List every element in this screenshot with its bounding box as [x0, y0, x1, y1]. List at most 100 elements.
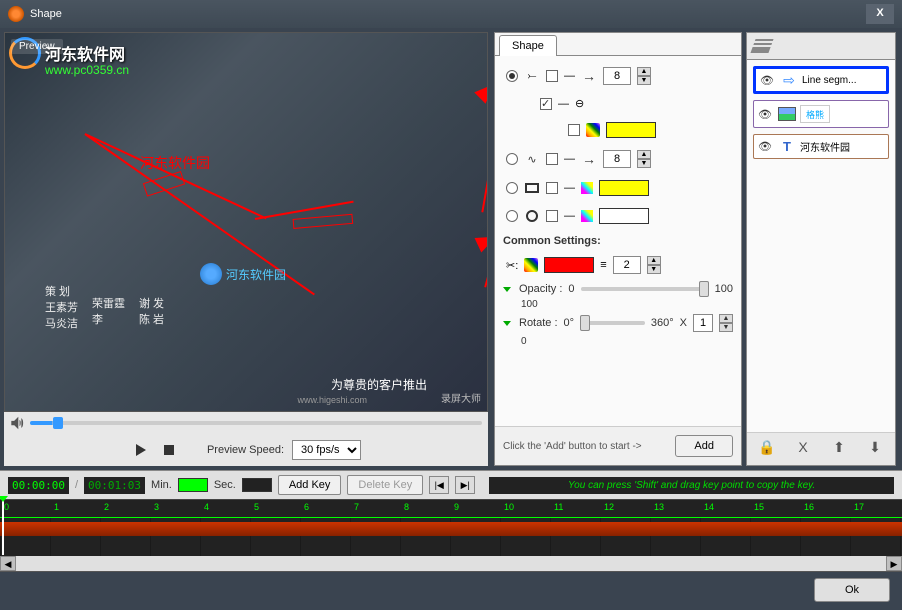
checkbox-circle-fill[interactable] [546, 210, 558, 222]
playhead[interactable] [2, 500, 4, 555]
line-color-swatch[interactable] [544, 257, 594, 273]
horizontal-scrollbar[interactable]: ◀ ▶ [0, 555, 902, 571]
layer-item-image[interactable]: 格熊 [753, 100, 889, 128]
add-key-button[interactable]: Add Key [278, 475, 342, 495]
scroll-track[interactable] [16, 556, 886, 571]
lock-button[interactable]: 🔒 [757, 439, 777, 459]
spin-down[interactable]: ▼ [647, 265, 661, 274]
volume-icon[interactable] [10, 416, 24, 430]
tick: 8 [404, 502, 409, 512]
main-area: 河东软件网 www.pc0359.cn 河东软件园 河东软件园 [0, 28, 902, 470]
arrow-color-row [565, 119, 733, 141]
spin-up[interactable]: ▲ [637, 67, 651, 76]
visibility-icon[interactable] [760, 74, 776, 87]
shape-rect[interactable] [293, 214, 354, 229]
close-button[interactable]: X [866, 4, 894, 24]
tick: 9 [454, 502, 459, 512]
rotate-label: Rotate : [519, 317, 558, 329]
spinner[interactable]: ▲ ▼ [637, 67, 651, 85]
spin-up[interactable]: ▲ [637, 150, 651, 159]
checkbox-arrow-start[interactable] [546, 70, 558, 82]
rotate-max: 360° [651, 317, 674, 329]
spinner[interactable]: ▲ ▼ [647, 256, 661, 274]
slider-thumb[interactable] [699, 281, 709, 297]
dash-icon: — [558, 98, 569, 110]
rotate-slider[interactable] [580, 321, 645, 325]
next-key-button[interactable]: ▶| [455, 476, 475, 494]
branch-icon: ⤚ [524, 68, 540, 84]
line-width-input[interactable] [613, 256, 641, 274]
color-swatch[interactable] [599, 180, 649, 196]
dash-icon: — [564, 210, 575, 222]
move-down-button[interactable]: ⬇ [865, 439, 885, 459]
play-button[interactable] [131, 440, 151, 460]
add-row: Click the 'Add' button to start -> Add [495, 426, 741, 465]
min-indicator[interactable] [178, 478, 208, 492]
watermark-url: www.pc0359.cn [45, 63, 129, 77]
volume-slider[interactable] [30, 421, 482, 425]
visibility-icon[interactable] [758, 108, 774, 121]
visibility-icon[interactable] [758, 140, 774, 153]
opacity-max: 100 [715, 283, 733, 295]
slider-thumb[interactable] [580, 315, 590, 331]
delete-key-button[interactable]: Delete Key [347, 475, 423, 495]
tab-shape[interactable]: Shape [499, 35, 557, 56]
spinner[interactable]: ▲ ▼ [719, 314, 733, 332]
layer-thumbnail: 格熊 [800, 105, 830, 123]
arrow-size-input[interactable] [603, 67, 631, 85]
rotate-mult-input[interactable] [693, 314, 713, 332]
add-button[interactable]: Add [675, 435, 733, 457]
checkbox-rect-fill[interactable] [546, 182, 558, 194]
sec-indicator[interactable] [242, 478, 272, 492]
color-picker-icon[interactable] [524, 258, 538, 272]
expand-icon[interactable] [503, 321, 511, 326]
radio-arrow[interactable] [506, 70, 518, 82]
timeline-track[interactable] [0, 518, 902, 556]
rotate-row: Rotate : 0° 360° X ▲ ▼ [503, 314, 733, 332]
color-swatch[interactable] [606, 122, 656, 138]
radio-circle[interactable] [506, 210, 518, 222]
subtitle-text: 马炎洁 [45, 315, 78, 331]
preview-box[interactable]: 河东软件网 www.pc0359.cn 河东软件园 河东软件园 [4, 32, 488, 412]
spin-down[interactable]: ▼ [719, 323, 733, 332]
checkbox-curve-start[interactable] [546, 153, 558, 165]
opacity-slider[interactable] [581, 287, 709, 291]
color-swatch[interactable] [599, 208, 649, 224]
shape-content: ⤚ — ▲ ▼ — ⊖ [495, 56, 741, 426]
curve-size-input[interactable] [603, 150, 631, 168]
timeline[interactable]: 01234567891011121314151617 [0, 499, 902, 555]
tick: 12 [604, 502, 614, 512]
spin-down[interactable]: ▼ [637, 159, 651, 168]
spin-up[interactable]: ▲ [719, 314, 733, 323]
expand-icon[interactable] [503, 287, 511, 292]
checkbox-line-dash[interactable] [540, 98, 552, 110]
curve-row: — ▲ ▼ [503, 147, 733, 171]
move-up-button[interactable]: ⬆ [829, 439, 849, 459]
radio-rect[interactable] [506, 182, 518, 194]
scroll-right[interactable]: ▶ [886, 556, 902, 571]
timeline-ruler[interactable]: 01234567891011121314151617 [0, 500, 902, 518]
radio-curve[interactable] [506, 153, 518, 165]
shape-panel: Shape ⤚ — ▲ ▼ — ⊖ [494, 32, 742, 466]
color-picker-icon[interactable] [586, 123, 600, 137]
total-time: 00:01:03 [84, 477, 145, 494]
volume-thumb[interactable] [53, 417, 63, 429]
stop-button[interactable] [159, 440, 179, 460]
fps-select[interactable]: 30 fps/s [292, 440, 361, 460]
arrow-row: ⤚ — ▲ ▼ [503, 64, 733, 88]
shape-rect[interactable] [143, 171, 185, 197]
ok-button[interactable]: Ok [814, 578, 890, 602]
spinner[interactable]: ▲ ▼ [637, 150, 651, 168]
checkbox-fill[interactable] [568, 124, 580, 136]
subtitle-text: 李 [92, 311, 125, 327]
layers-header [747, 33, 895, 60]
timeline-clip[interactable] [0, 522, 902, 536]
spin-down[interactable]: ▼ [637, 76, 651, 85]
spin-up[interactable]: ▲ [647, 256, 661, 265]
layer-item-line[interactable]: Line segm... [753, 66, 889, 94]
prev-key-button[interactable]: |◀ [429, 476, 449, 494]
subtitle-text: 陈 岩 [139, 311, 164, 327]
delete-layer-button[interactable]: X [793, 439, 813, 459]
scroll-left[interactable]: ◀ [0, 556, 16, 571]
layer-item-text[interactable]: 河东软件园 [753, 134, 889, 159]
